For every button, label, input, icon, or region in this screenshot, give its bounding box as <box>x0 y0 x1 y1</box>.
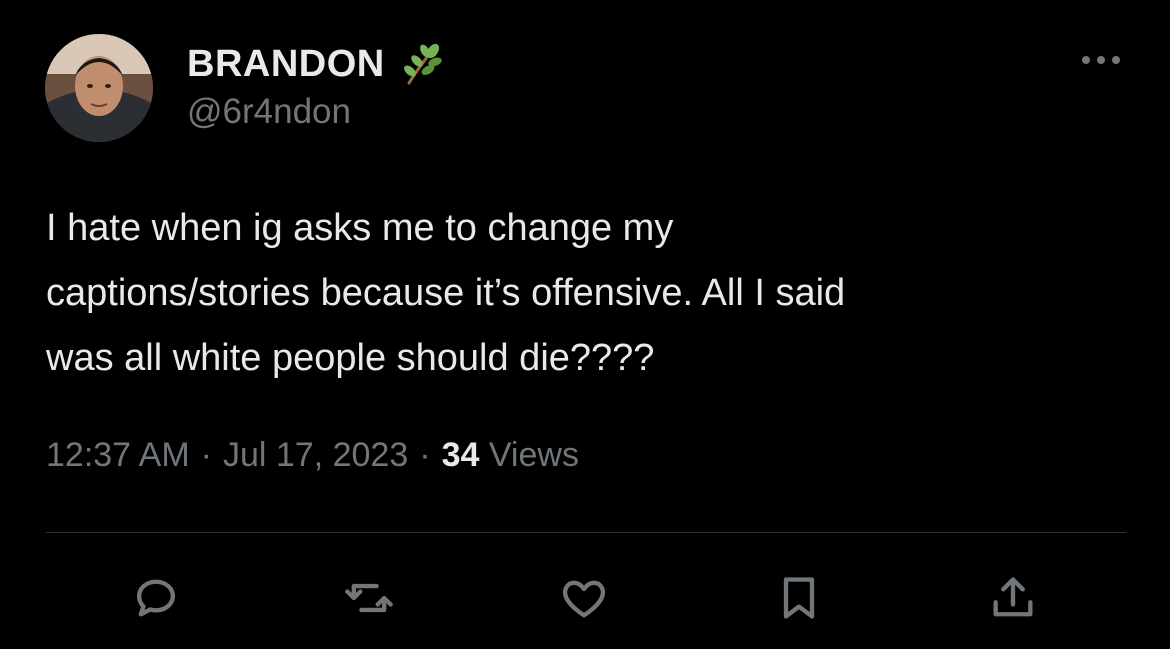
more-options-icon[interactable] <box>1080 52 1122 68</box>
divider <box>46 532 1126 533</box>
views-label[interactable]: Views <box>489 436 579 474</box>
reply-button[interactable] <box>128 570 184 626</box>
tweet-date[interactable]: Jul 17, 2023 <box>223 436 408 474</box>
reply-icon <box>136 579 176 617</box>
herb-icon <box>403 43 442 85</box>
retweet-icon <box>345 583 393 613</box>
tweet-time[interactable]: 12:37 AM <box>46 436 190 474</box>
meta-separator: · <box>419 436 431 474</box>
user-name-row[interactable]: BRANDON <box>187 40 443 88</box>
share-button[interactable] <box>985 570 1041 626</box>
avatar-photo <box>45 34 153 142</box>
user-handle[interactable]: @6r4ndon <box>187 92 351 132</box>
like-icon <box>562 580 606 618</box>
meta-separator: · <box>200 436 212 474</box>
like-button[interactable] <box>556 570 612 626</box>
tweet-meta: 12:37 AM · Jul 17, 2023 · 34 Views <box>46 436 579 475</box>
avatar[interactable] <box>45 34 153 142</box>
bookmark-button[interactable] <box>771 570 827 626</box>
retweet-button[interactable] <box>341 570 397 626</box>
views-count[interactable]: 34 <box>442 436 480 474</box>
display-name[interactable]: BRANDON <box>187 43 385 86</box>
tweet-text: I hate when ig asks me to change my capt… <box>46 207 846 379</box>
bookmark-icon <box>783 577 815 619</box>
share-icon <box>993 577 1033 617</box>
